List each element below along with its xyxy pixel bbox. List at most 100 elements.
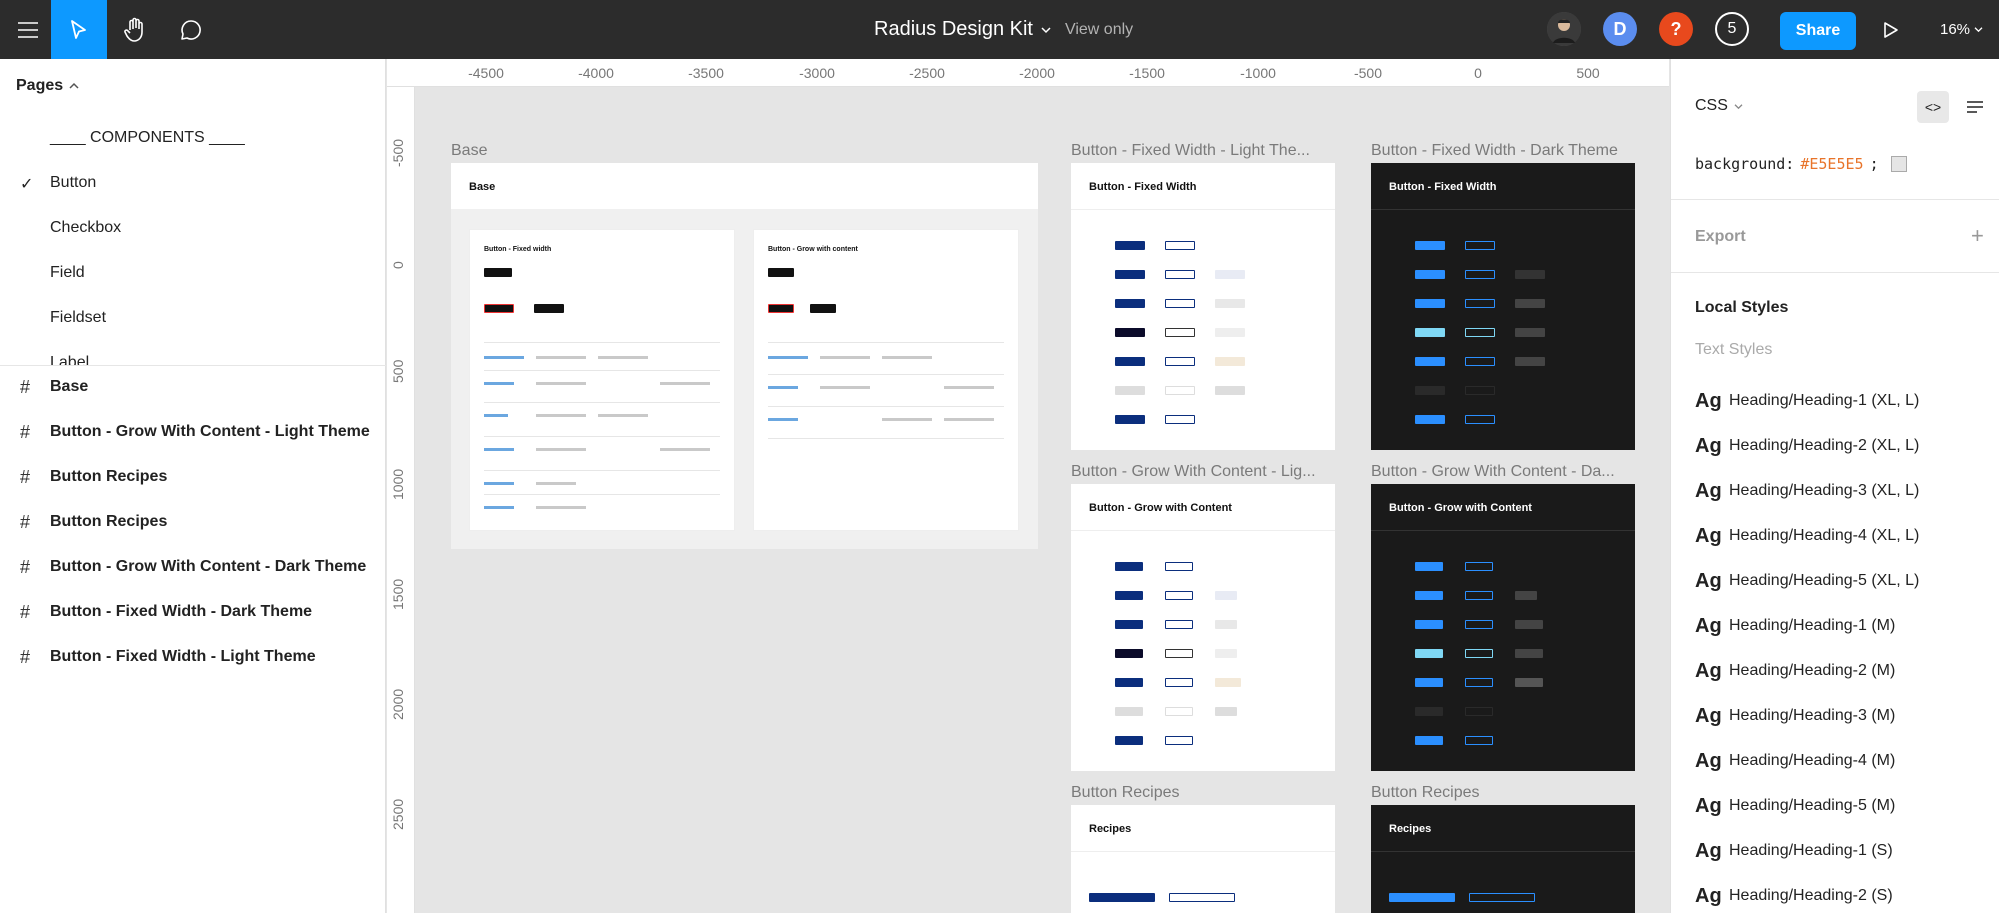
text-style-item[interactable]: Ag Heading/Heading-3 (M) bbox=[1695, 704, 1895, 728]
mini-button bbox=[1115, 241, 1145, 250]
mini-button bbox=[1415, 562, 1443, 571]
mini-button bbox=[1215, 591, 1237, 600]
page-item-field[interactable]: Field bbox=[50, 264, 85, 282]
move-tool-button[interactable] bbox=[51, 0, 107, 59]
frame-recipes-dark[interactable]: Recipes bbox=[1371, 805, 1635, 913]
frame-label-grow-dark[interactable]: Button - Grow With Content - Da... bbox=[1371, 463, 1635, 481]
text-style-item[interactable]: Ag Heading/Heading-3 (XL, L) bbox=[1695, 479, 1919, 503]
chevron-down-icon[interactable] bbox=[1041, 26, 1051, 34]
frame-label-base[interactable]: Base bbox=[451, 142, 851, 160]
ruler-tick: 0 bbox=[1474, 65, 1482, 81]
code-language-dropdown[interactable]: CSS bbox=[1695, 97, 1743, 115]
ruler-tick: 2500 bbox=[390, 798, 406, 830]
table-line bbox=[768, 342, 1004, 343]
mini-button bbox=[1465, 678, 1493, 687]
text-style-name: Heading/Heading-2 (XL, L) bbox=[1729, 437, 1920, 454]
page-item-checkbox[interactable]: Checkbox bbox=[50, 219, 121, 237]
mini-button bbox=[1415, 620, 1443, 629]
layer-label: Button Recipes bbox=[50, 513, 168, 530]
file-title-area[interactable]: Radius Design Kit View only bbox=[874, 0, 1133, 59]
list-view-button[interactable] bbox=[1959, 91, 1991, 123]
main-menu-button[interactable] bbox=[0, 0, 56, 59]
table-text bbox=[484, 356, 524, 359]
design-canvas[interactable]: Base Base Button - Fixed width Button - … bbox=[415, 87, 1669, 913]
frame-icon: # bbox=[20, 421, 31, 442]
frame-label-fixed-light[interactable]: Button - Fixed Width - Light The... bbox=[1071, 142, 1335, 160]
local-styles-heading: Local Styles bbox=[1695, 299, 1789, 316]
mini-button bbox=[1465, 415, 1495, 424]
layer-fixed-light[interactable]: # Button - Fixed Width - Light Theme bbox=[20, 645, 316, 669]
user-avatar-d[interactable]: D bbox=[1603, 12, 1637, 46]
mini-button bbox=[1415, 707, 1443, 716]
pages-header[interactable]: Pages bbox=[16, 77, 79, 95]
viewer-count-badge[interactable]: 5 bbox=[1715, 12, 1749, 46]
file-title[interactable]: Radius Design Kit bbox=[874, 18, 1033, 41]
frame-title: Button - Fixed Width bbox=[1089, 181, 1197, 193]
text-style-name: Heading/Heading-2 (M) bbox=[1729, 662, 1896, 679]
mini-button bbox=[1165, 415, 1195, 424]
layer-grow-dark[interactable]: # Button - Grow With Content - Dark Theme bbox=[20, 555, 366, 579]
hand-tool-button[interactable] bbox=[107, 0, 163, 59]
table-text bbox=[536, 448, 586, 451]
frame-fixed-light[interactable]: Button - Fixed Width bbox=[1071, 163, 1335, 450]
text-style-item[interactable]: Ag Heading/Heading-1 (XL, L) bbox=[1695, 389, 1919, 413]
text-style-item[interactable]: Ag Heading/Heading-4 (M) bbox=[1695, 749, 1895, 773]
user-avatar-unknown[interactable]: ? bbox=[1659, 12, 1693, 46]
table-text bbox=[820, 356, 870, 359]
pages-title[interactable]: Pages bbox=[16, 77, 63, 95]
checkmark-icon: ✓ bbox=[20, 176, 34, 193]
text-style-item[interactable]: Ag Heading/Heading-5 (XL, L) bbox=[1695, 569, 1919, 593]
table-text bbox=[768, 386, 798, 389]
code-view-button[interactable]: <> bbox=[1917, 91, 1949, 123]
text-style-item[interactable]: Ag Heading/Heading-1 (S) bbox=[1695, 839, 1893, 863]
frame-fixed-dark[interactable]: Button - Fixed Width bbox=[1371, 163, 1635, 450]
page-item-components[interactable]: ____ COMPONENTS ____ bbox=[50, 129, 245, 147]
frame-label-fixed-dark[interactable]: Button - Fixed Width - Dark Theme bbox=[1371, 142, 1635, 160]
code-language-label[interactable]: CSS bbox=[1695, 97, 1728, 115]
frame-base[interactable]: Base Button - Fixed width Button - Grow … bbox=[451, 163, 1038, 549]
mini-button bbox=[1389, 893, 1455, 902]
mini-button bbox=[1415, 678, 1443, 687]
frame-separator bbox=[1371, 530, 1635, 531]
share-button[interactable]: Share bbox=[1780, 12, 1856, 50]
panel-divider[interactable] bbox=[0, 365, 386, 366]
ruler-tick: -3500 bbox=[688, 65, 724, 81]
text-style-name: Heading/Heading-1 (XL, L) bbox=[1729, 392, 1920, 409]
frame-recipes-light[interactable]: Recipes bbox=[1071, 805, 1335, 913]
layer-recipes-1[interactable]: # Button Recipes bbox=[20, 465, 167, 489]
table-text bbox=[882, 356, 932, 359]
present-button[interactable] bbox=[1866, 0, 1916, 59]
text-style-item[interactable]: Ag Heading/Heading-2 (XL, L) bbox=[1695, 434, 1919, 458]
text-style-item[interactable]: Ag Heading/Heading-2 (M) bbox=[1695, 659, 1895, 683]
mini-button bbox=[1515, 678, 1543, 687]
add-export-icon[interactable]: + bbox=[1971, 223, 1984, 249]
text-style-item[interactable]: Ag Heading/Heading-1 (M) bbox=[1695, 614, 1895, 638]
mini-button bbox=[1415, 357, 1445, 366]
table-text bbox=[768, 418, 798, 421]
page-item-fieldset[interactable]: Fieldset bbox=[50, 309, 106, 327]
table-text bbox=[598, 414, 648, 417]
zoom-control[interactable]: 16% bbox=[1940, 0, 1983, 59]
chevron-up-icon[interactable] bbox=[69, 82, 79, 90]
text-style-item[interactable]: Ag Heading/Heading-4 (XL, L) bbox=[1695, 524, 1919, 548]
frame-separator bbox=[1071, 530, 1335, 531]
text-style-item[interactable]: Ag Heading/Heading-2 (S) bbox=[1695, 884, 1893, 908]
layer-grow-light[interactable]: # Button - Grow With Content - Light Them… bbox=[20, 420, 370, 444]
layer-fixed-dark[interactable]: # Button - Fixed Width - Dark Theme bbox=[20, 600, 312, 624]
table-text bbox=[536, 482, 576, 485]
comment-tool-button[interactable] bbox=[163, 0, 219, 59]
user-avatar-photo[interactable] bbox=[1547, 12, 1581, 46]
text-style-item[interactable]: Ag Heading/Heading-5 (M) bbox=[1695, 794, 1895, 818]
frame-grow-dark[interactable]: Button - Grow with Content bbox=[1371, 484, 1635, 771]
layer-base[interactable]: # Base bbox=[20, 375, 88, 399]
frame-label-recipes-dark[interactable]: Button Recipes bbox=[1371, 784, 1635, 802]
zoom-level[interactable]: 16% bbox=[1940, 21, 1970, 38]
frame-title: Base bbox=[469, 181, 496, 193]
text-style-icon: Ag bbox=[1695, 389, 1722, 412]
page-item-button[interactable]: Button bbox=[50, 174, 96, 192]
text-style-icon: Ag bbox=[1695, 884, 1722, 907]
frame-grow-light[interactable]: Button - Grow with Content bbox=[1071, 484, 1335, 771]
frame-label-recipes-light[interactable]: Button Recipes bbox=[1071, 784, 1335, 802]
frame-label-grow-light[interactable]: Button - Grow With Content - Lig... bbox=[1071, 463, 1335, 481]
layer-recipes-2[interactable]: # Button Recipes bbox=[20, 510, 167, 534]
